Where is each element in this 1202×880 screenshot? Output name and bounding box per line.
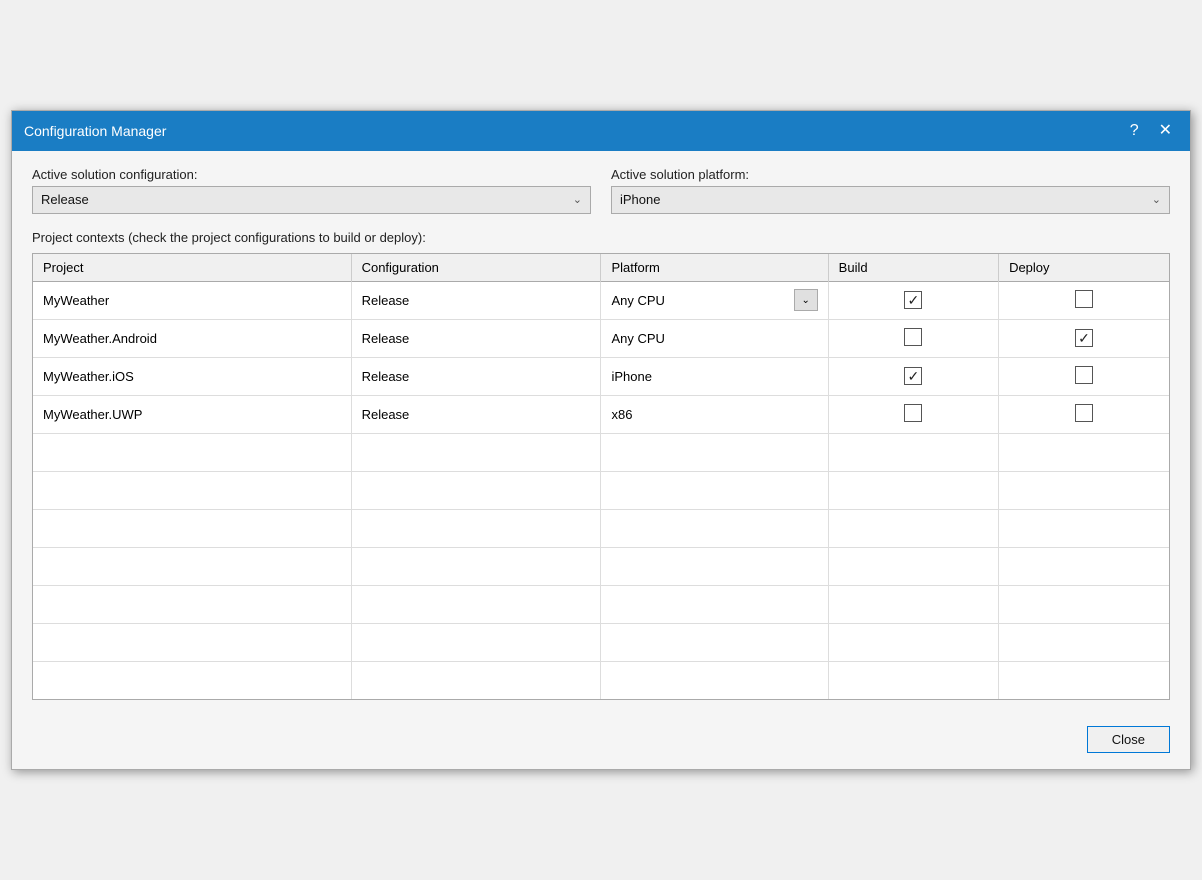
solution-platform-group: Active solution platform: iPhone ⌄ bbox=[611, 167, 1170, 214]
table-header-row: Project Configuration Platform Build Dep… bbox=[33, 254, 1169, 282]
cell-platform: Any CPU bbox=[601, 319, 828, 357]
table-empty-row bbox=[33, 433, 1169, 471]
platform-dropdown-button[interactable]: ⌄ bbox=[794, 289, 818, 311]
dialog-title: Configuration Manager bbox=[24, 123, 166, 139]
cell-build[interactable] bbox=[828, 319, 998, 357]
solution-platform-value: iPhone bbox=[620, 192, 660, 207]
solution-platform-label: Active solution platform: bbox=[611, 167, 1170, 182]
cell-platform: iPhone bbox=[601, 357, 828, 395]
build-checkbox[interactable] bbox=[904, 404, 922, 422]
deploy-checkbox[interactable] bbox=[1075, 404, 1093, 422]
cell-build[interactable] bbox=[828, 395, 998, 433]
deploy-checkbox[interactable]: ✓ bbox=[1075, 329, 1093, 347]
col-header-build: Build bbox=[828, 254, 998, 282]
cell-build[interactable]: ✓ bbox=[828, 357, 998, 395]
col-header-deploy: Deploy bbox=[999, 254, 1169, 282]
table-row: MyWeather.iOSReleaseiPhone ✓ bbox=[33, 357, 1169, 395]
table-empty-row bbox=[33, 471, 1169, 509]
cell-project: MyWeather.UWP bbox=[33, 395, 351, 433]
solution-platform-arrow-icon: ⌄ bbox=[1152, 193, 1161, 206]
solution-platform-dropdown[interactable]: iPhone ⌄ bbox=[611, 186, 1170, 214]
close-window-button[interactable]: ✕ bbox=[1153, 121, 1178, 141]
table-empty-row bbox=[33, 661, 1169, 699]
solution-config-dropdown[interactable]: Release ⌄ bbox=[32, 186, 591, 214]
build-checkbox[interactable] bbox=[904, 328, 922, 346]
table-empty-row bbox=[33, 547, 1169, 585]
cell-deploy[interactable] bbox=[999, 357, 1169, 395]
deploy-checkbox[interactable] bbox=[1075, 366, 1093, 384]
table-row: MyWeather.UWPReleasex86 bbox=[33, 395, 1169, 433]
cell-project: MyWeather.iOS bbox=[33, 357, 351, 395]
solution-config-value: Release bbox=[41, 192, 89, 207]
title-bar-controls: ? ✕ bbox=[1124, 121, 1178, 141]
cell-platform[interactable]: Any CPU ⌄ bbox=[601, 281, 828, 319]
close-button[interactable]: Close bbox=[1087, 726, 1170, 753]
project-contexts-label: Project contexts (check the project conf… bbox=[32, 230, 1170, 245]
cell-deploy[interactable] bbox=[999, 395, 1169, 433]
cell-project: MyWeather.Android bbox=[33, 319, 351, 357]
cell-configuration: Release bbox=[351, 281, 601, 319]
solution-row: Active solution configuration: Release ⌄… bbox=[32, 167, 1170, 214]
table-empty-row bbox=[33, 585, 1169, 623]
cell-deploy[interactable] bbox=[999, 281, 1169, 319]
projects-table: Project Configuration Platform Build Dep… bbox=[33, 254, 1169, 700]
cell-configuration: Release bbox=[351, 395, 601, 433]
cell-configuration: Release bbox=[351, 319, 601, 357]
col-header-platform: Platform bbox=[601, 254, 828, 282]
dialog-footer: Close bbox=[12, 716, 1190, 769]
help-button[interactable]: ? bbox=[1124, 121, 1145, 141]
solution-config-group: Active solution configuration: Release ⌄ bbox=[32, 167, 591, 214]
configuration-manager-dialog: Configuration Manager ? ✕ Active solutio… bbox=[11, 110, 1191, 771]
cell-configuration: Release bbox=[351, 357, 601, 395]
table-row: MyWeatherRelease Any CPU ⌄ ✓ bbox=[33, 281, 1169, 319]
table-empty-row bbox=[33, 623, 1169, 661]
table-row: MyWeather.AndroidReleaseAny CPU ✓ bbox=[33, 319, 1169, 357]
cell-build[interactable]: ✓ bbox=[828, 281, 998, 319]
platform-text: Any CPU bbox=[611, 293, 664, 308]
col-header-configuration: Configuration bbox=[351, 254, 601, 282]
cell-platform: x86 bbox=[601, 395, 828, 433]
title-bar: Configuration Manager ? ✕ bbox=[12, 111, 1190, 151]
deploy-checkbox[interactable] bbox=[1075, 290, 1093, 308]
platform-cell-wrap: Any CPU ⌄ bbox=[611, 289, 817, 311]
build-checkbox[interactable]: ✓ bbox=[904, 291, 922, 309]
cell-deploy[interactable]: ✓ bbox=[999, 319, 1169, 357]
solution-config-arrow-icon: ⌄ bbox=[573, 193, 582, 206]
projects-table-wrapper: Project Configuration Platform Build Dep… bbox=[32, 253, 1170, 701]
cell-project: MyWeather bbox=[33, 281, 351, 319]
build-checkbox[interactable]: ✓ bbox=[904, 367, 922, 385]
col-header-project: Project bbox=[33, 254, 351, 282]
dialog-body: Active solution configuration: Release ⌄… bbox=[12, 151, 1190, 717]
table-empty-row bbox=[33, 509, 1169, 547]
solution-config-label: Active solution configuration: bbox=[32, 167, 591, 182]
